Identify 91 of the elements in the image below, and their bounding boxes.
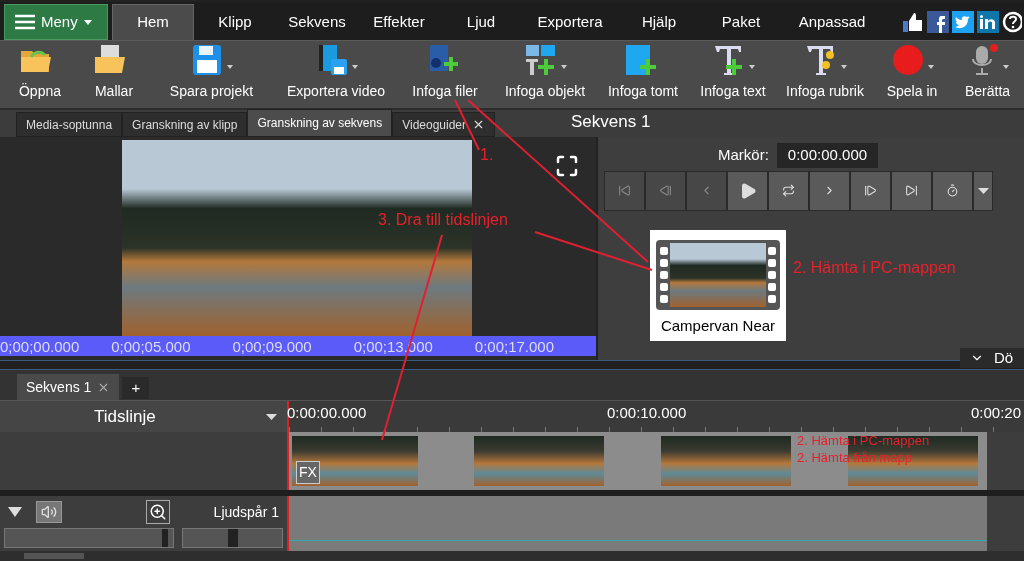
- menu-button[interactable]: Meny: [4, 4, 108, 40]
- repeat-icon: [782, 184, 795, 197]
- annotation-text: 1.: [480, 147, 494, 163]
- menu-icon: [15, 14, 35, 30]
- transport-button[interactable]: [850, 170, 891, 211]
- panel-tab[interactable]: Granskning av sekvens: [247, 109, 393, 137]
- toolbar-button[interactable]: Exportera video: [275, 41, 397, 108]
- transport-button[interactable]: [768, 170, 809, 211]
- menu-tab[interactable]: Klipp: [194, 4, 276, 40]
- ruler-label: 0:00:10.000: [607, 403, 688, 424]
- skip-back-icon: [618, 184, 631, 197]
- ruler-label: 0:00:20: [971, 403, 1022, 424]
- toolbar-button[interactable]: Infoga objekt: [493, 41, 597, 108]
- dropdown-caret-icon: [748, 65, 755, 69]
- fullscreen-icon[interactable]: [555, 154, 579, 178]
- record-icon: [890, 43, 925, 77]
- step-back-icon: [659, 184, 672, 197]
- volume-slider[interactable]: [4, 528, 174, 548]
- menu-tab[interactable]: Exportera: [522, 4, 618, 40]
- clip-name: Campervan Near: [660, 315, 776, 336]
- twitter-icon[interactable]: [952, 11, 974, 33]
- menu-tab[interactable]: Ljud: [440, 4, 522, 40]
- slider-thumb[interactable]: [227, 529, 238, 547]
- pan-slider[interactable]: [182, 528, 283, 548]
- toolbar-button[interactable]: Infoga tomt: [597, 41, 689, 108]
- annotation-text: 3. Dra till tidslinjen: [378, 212, 508, 228]
- linkedin-icon[interactable]: [977, 11, 999, 33]
- collapse-triangle-icon[interactable]: [8, 507, 22, 517]
- dropdown-caret-icon: [351, 65, 358, 69]
- toolbar-button[interactable]: Spela in: [873, 41, 951, 108]
- scrollbar-thumb[interactable]: [24, 553, 84, 559]
- caret-icon: [266, 413, 277, 420]
- transport-button[interactable]: [891, 170, 932, 211]
- step-forward-icon: [864, 184, 877, 197]
- dropdown-caret-icon: [560, 65, 567, 69]
- caret-icon: [83, 19, 92, 25]
- toolbar-button[interactable]: Infoga filer: [397, 41, 493, 108]
- toolbar-button[interactable]: Öppna: [0, 41, 80, 108]
- facebook-icon[interactable]: [927, 11, 949, 33]
- track-name: Ljudspår 1: [213, 502, 279, 522]
- panel-tab[interactable]: Media-soptunna: [16, 112, 123, 137]
- clip-card[interactable]: Campervan Near: [650, 229, 786, 341]
- toolbar-button[interactable]: Infoga text: [689, 41, 777, 108]
- toolbar-button[interactable]: Mallar: [80, 41, 148, 108]
- panel-tab[interactable]: Granskning av klipp: [122, 112, 248, 137]
- menu-tab[interactable]: Effekter: [358, 4, 440, 40]
- dropdown-caret-icon: [927, 65, 934, 69]
- caret-icon: [977, 187, 989, 194]
- timeline-dropdown[interactable]: Tidslinje: [0, 401, 287, 432]
- track-end-area: [987, 496, 1024, 551]
- menu-tab[interactable]: Anpassad: [782, 4, 882, 40]
- add-tab-button[interactable]: +: [122, 377, 150, 399]
- menu-tab[interactable]: Paket: [700, 4, 782, 40]
- cursor-label: Markör:: [718, 145, 769, 165]
- video-clip[interactable]: [848, 436, 978, 486]
- toolbar-button[interactable]: Berätta: [951, 41, 1024, 108]
- dropdown-caret-icon: [840, 65, 847, 69]
- ruler-label: 0;00;17.000: [474, 337, 556, 356]
- help-icon[interactable]: [1002, 11, 1022, 33]
- video-clip[interactable]: FX: [292, 436, 418, 486]
- toolbar-button[interactable]: Infoga rubrik: [777, 41, 873, 108]
- fx-badge[interactable]: FX: [296, 461, 320, 484]
- menu-tab[interactable]: Sekvens: [276, 4, 358, 40]
- panel-tab[interactable]: Videoguider: [392, 112, 496, 137]
- annotation-text: 2. Hämta i PC-mappen: [793, 260, 956, 276]
- slider-thumb[interactable]: [161, 529, 168, 547]
- sequence-tab[interactable]: Sekvens 1: [17, 374, 120, 400]
- ruler-label: 0;00;09.000: [232, 337, 313, 356]
- dropdown-caret-icon: [1003, 65, 1009, 69]
- video-clip[interactable]: [661, 436, 791, 486]
- toolbar-button[interactable]: Spara projekt: [148, 41, 275, 108]
- zoom-button[interactable]: [146, 500, 170, 524]
- speaker-icon: [41, 504, 57, 520]
- skip-forward-icon: [905, 184, 918, 197]
- ruler-label: 0;00;00.000: [0, 337, 81, 356]
- video-clip[interactable]: [474, 436, 604, 486]
- zoom-in-icon: [149, 503, 167, 521]
- dropdown-caret-icon: [227, 65, 233, 69]
- track-end-area: [987, 432, 1024, 490]
- cursor-time-field[interactable]: 0:00:00.000: [776, 143, 879, 168]
- speaker-button[interactable]: [36, 501, 62, 523]
- dropdown-button[interactable]: [973, 170, 993, 211]
- menu-tab[interactable]: Hem: [112, 4, 194, 40]
- menu-tab[interactable]: Hjälp: [618, 4, 700, 40]
- thumbs-up-icon[interactable]: [902, 11, 924, 33]
- timer-icon: [946, 184, 959, 197]
- ruler-label: 0;00;05.000: [111, 337, 192, 356]
- transport-button[interactable]: [727, 170, 768, 211]
- panel-title: Sekvens 1: [571, 110, 651, 133]
- dock-tab[interactable]: Dö: [960, 348, 1024, 368]
- insert-object-icon: [523, 43, 558, 77]
